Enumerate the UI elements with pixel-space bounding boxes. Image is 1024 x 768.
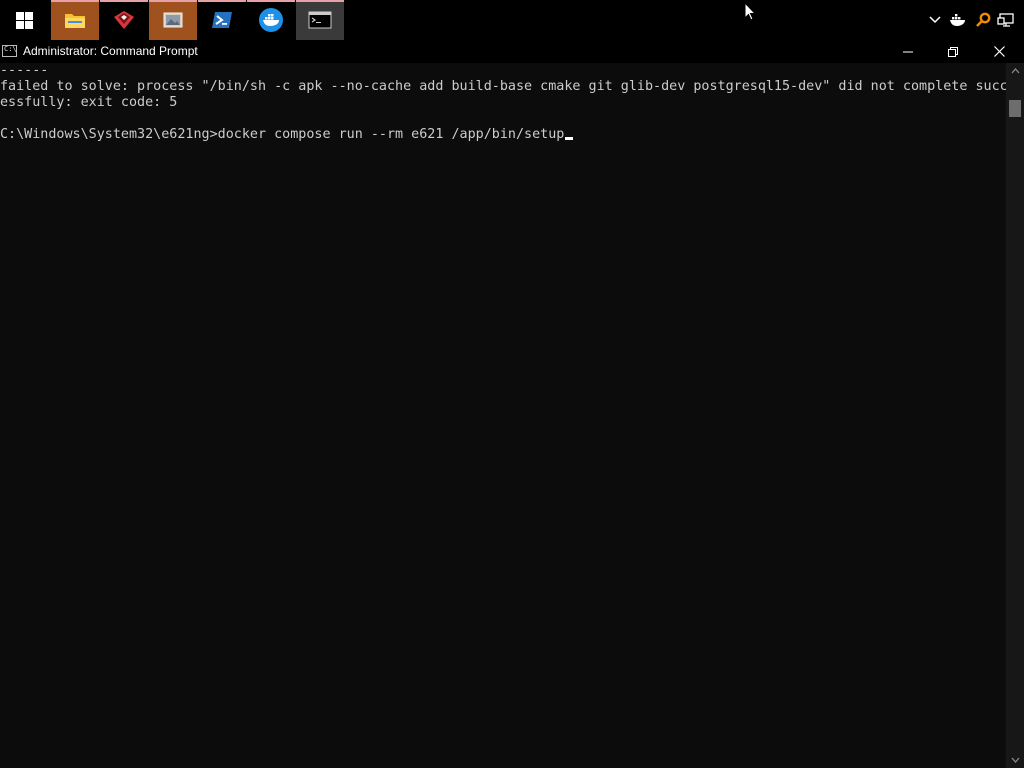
start-button[interactable] bbox=[0, 0, 48, 40]
photos-icon bbox=[163, 12, 183, 28]
taskbar-app-docker[interactable] bbox=[247, 0, 295, 40]
running-indicator bbox=[149, 0, 197, 2]
folder-icon bbox=[65, 14, 85, 28]
cmd-icon bbox=[308, 11, 332, 29]
taskbar-app-file-explorer[interactable] bbox=[51, 0, 99, 40]
console-command-text: C:\Windows\System32\e621ng>docker compos… bbox=[0, 127, 565, 142]
docker-icon bbox=[259, 8, 283, 32]
console-line: failed to solve: process "/bin/sh -c apk… bbox=[0, 79, 1006, 94]
taskbar bbox=[0, 0, 1024, 40]
scroll-thumb[interactable] bbox=[1009, 100, 1021, 117]
console-line: ------ bbox=[0, 63, 49, 78]
restore-button[interactable] bbox=[930, 40, 976, 63]
show-hidden-icons-button[interactable] bbox=[926, 0, 944, 40]
console-output[interactable]: ------ failed to solve: process "/bin/sh… bbox=[0, 63, 1006, 768]
scroll-up-button[interactable] bbox=[1006, 63, 1024, 79]
taskbar-app-security[interactable] bbox=[100, 0, 148, 40]
cmd-window-icon[interactable] bbox=[2, 45, 17, 57]
text-caret bbox=[565, 137, 574, 140]
mouse-cursor bbox=[744, 1, 757, 26]
scroll-down-arrow-icon bbox=[1011, 757, 1019, 763]
minimize-button[interactable] bbox=[885, 40, 931, 63]
running-indicator bbox=[51, 0, 99, 2]
taskbar-app-photos[interactable] bbox=[149, 0, 197, 40]
vertical-scrollbar[interactable] bbox=[1006, 63, 1024, 768]
tray-network[interactable] bbox=[996, 0, 1016, 40]
close-icon bbox=[993, 46, 1005, 57]
arrow-cursor-icon bbox=[744, 1, 757, 21]
taskbar-app-command-prompt[interactable] bbox=[296, 0, 344, 40]
scroll-down-button[interactable] bbox=[1006, 752, 1024, 768]
running-indicator bbox=[296, 0, 344, 2]
close-button[interactable] bbox=[976, 40, 1022, 63]
network-icon bbox=[997, 13, 1014, 27]
docker-tray-icon bbox=[950, 14, 965, 26]
minimize-icon bbox=[903, 51, 913, 52]
console-line: essfully: exit code: 5 bbox=[0, 95, 178, 110]
tray-search[interactable] bbox=[974, 0, 992, 40]
console-prompt-line[interactable]: C:\Windows\System32\e621ng>docker compos… bbox=[0, 127, 574, 143]
search-tray-icon bbox=[976, 12, 991, 27]
powershell-icon bbox=[212, 12, 232, 28]
scroll-up-arrow-icon bbox=[1011, 68, 1019, 74]
window-title: Administrator: Command Prompt bbox=[23, 44, 198, 58]
tray-docker[interactable] bbox=[948, 0, 968, 40]
chevron-down-icon bbox=[929, 16, 941, 24]
running-indicator bbox=[198, 0, 246, 2]
running-indicator bbox=[247, 0, 295, 2]
running-indicator bbox=[100, 0, 148, 2]
windows-logo-icon bbox=[15, 11, 33, 29]
window-titlebar[interactable]: Administrator: Command Prompt bbox=[0, 40, 1024, 63]
red-shield-icon bbox=[114, 11, 134, 29]
taskbar-app-powershell[interactable] bbox=[198, 0, 246, 40]
restore-icon bbox=[948, 46, 958, 57]
